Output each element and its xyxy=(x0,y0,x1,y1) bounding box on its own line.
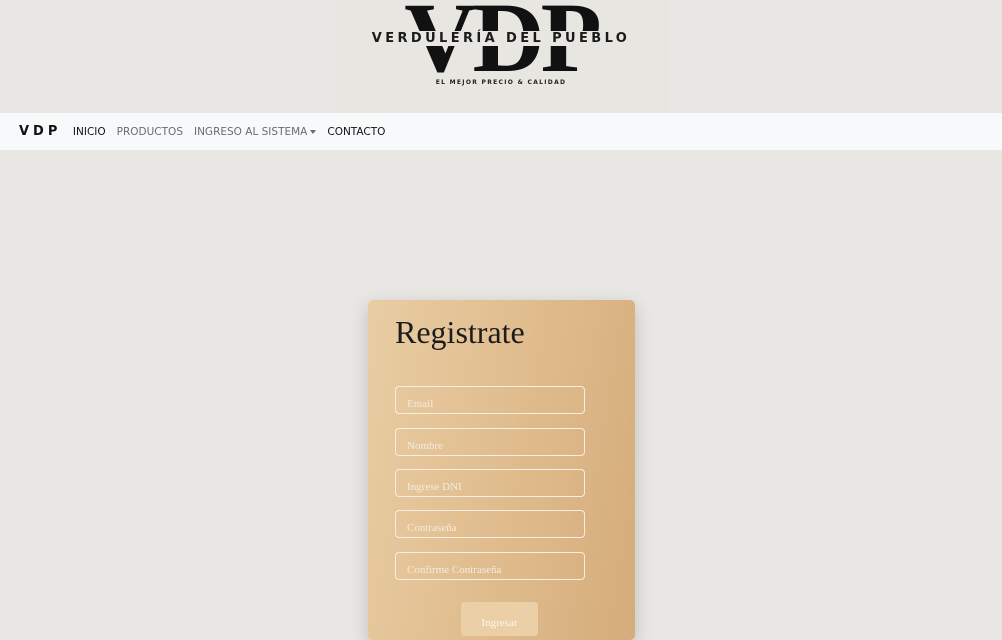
navbar: VDP INICIO PRODUCTOS INGRESO AL SISTEMA … xyxy=(0,113,1002,150)
nav-link-productos[interactable]: PRODUCTOS xyxy=(111,126,188,138)
header-banner: VDP VERDULERÍA DEL PUEBLO EL MEJOR PRECI… xyxy=(0,0,1002,113)
nav-dropdown-ingreso[interactable]: INGRESO AL SISTEMA xyxy=(188,126,321,138)
email-field[interactable] xyxy=(395,386,585,414)
nombre-field[interactable] xyxy=(395,428,585,456)
submit-button[interactable]: Ingresar xyxy=(461,602,538,636)
confirm-password-field[interactable] xyxy=(395,552,585,580)
logo[interactable]: VDP VERDULERÍA DEL PUEBLO EL MEJOR PRECI… xyxy=(334,0,668,113)
dni-field[interactable] xyxy=(395,469,585,497)
password-field[interactable] xyxy=(395,510,585,538)
nav-dropdown-label: INGRESO AL SISTEMA xyxy=(193,125,308,138)
caret-down-icon xyxy=(310,129,317,134)
form-title: Registrate xyxy=(395,314,525,350)
logo-tagline: EL MEJOR PRECIO & CALIDAD xyxy=(435,79,567,86)
navbar-brand[interactable]: VDP xyxy=(19,124,61,139)
logo-title: VERDULERÍA DEL PUEBLO xyxy=(334,31,668,47)
register-card: Registrate Ingresar xyxy=(368,300,635,640)
nav-link-inicio[interactable]: INICIO xyxy=(67,126,111,138)
nav-link-contacto[interactable]: CONTACTO xyxy=(322,126,391,138)
